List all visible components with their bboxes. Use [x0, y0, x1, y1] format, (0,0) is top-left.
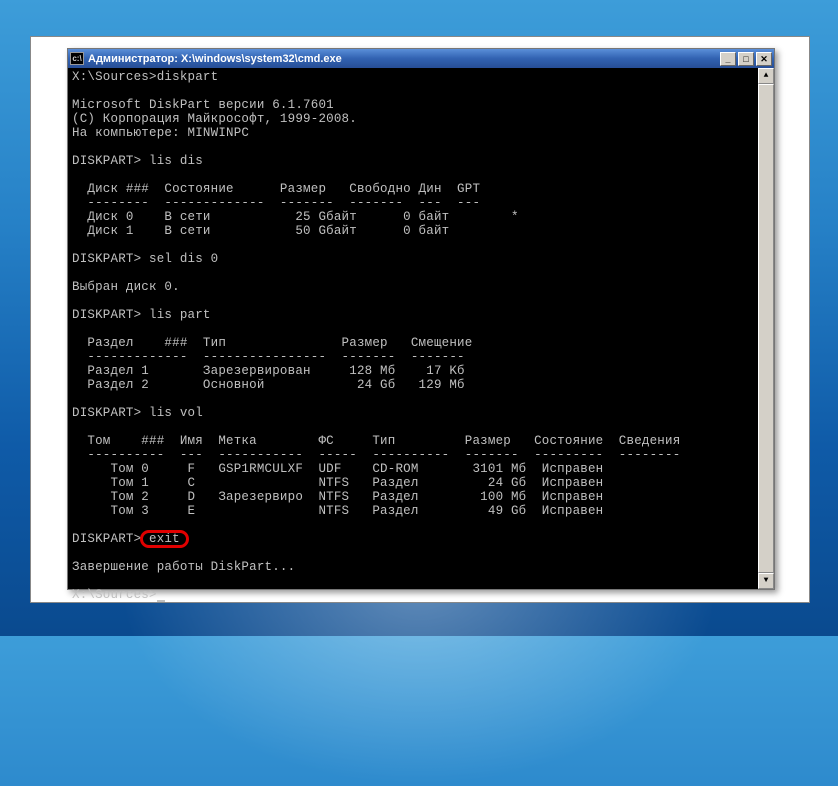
- console-line: Том 3 E NTFS Раздел 49 Gб Исправен: [72, 504, 603, 518]
- console-line: Раздел 1 Зарезервирован 128 Mб 17 Kб: [72, 364, 465, 378]
- console-line: DISKPART> sel dis 0: [72, 252, 218, 266]
- console-line: DISKPART> lis part: [72, 308, 211, 322]
- console-line: Том ### Имя Метка ФС Тип Размер Состояни…: [72, 434, 680, 448]
- cmd-window: c:\ Администратор: X:\windows\system32\c…: [67, 48, 775, 590]
- console-line: Том 2 D Зарезервиро NTFS Раздел 100 Mб И…: [72, 490, 603, 504]
- console-line: (C) Корпорация Майкрософт, 1999-2008.: [72, 112, 357, 126]
- window-controls: _ □ ✕: [720, 52, 772, 66]
- console-line: Раздел 2 Основной 24 Gб 129 Mб: [72, 378, 465, 392]
- scroll-up-button[interactable]: ▲: [758, 68, 774, 84]
- console-line: -------- ------------- ------- ------- -…: [72, 196, 480, 210]
- titlebar[interactable]: c:\ Администратор: X:\windows\system32\c…: [68, 49, 774, 68]
- console-line: Том 0 F GSP1RMCULXF UDF CD-ROM 3101 Mб И…: [72, 462, 603, 476]
- close-button[interactable]: ✕: [756, 52, 772, 66]
- cmd-icon: c:\: [70, 52, 84, 65]
- console-line: На компьютере: MINWINPC: [72, 126, 249, 140]
- console-line: ---------- --- ----------- ----- -------…: [72, 448, 680, 462]
- console-line: Диск ### Состояние Размер Свободно Дин G…: [72, 182, 480, 196]
- console-line: Раздел ### Тип Размер Смещение: [72, 336, 472, 350]
- window-title: Администратор: X:\windows\system32\cmd.e…: [88, 53, 720, 65]
- scroll-down-button[interactable]: ▼: [758, 573, 774, 589]
- maximize-button[interactable]: □: [738, 52, 754, 66]
- console-line: DISKPART> lis dis: [72, 154, 203, 168]
- console-line: Том 1 C NTFS Раздел 24 Gб Исправен: [72, 476, 603, 490]
- console-line: DISKPART> exit: [72, 532, 180, 546]
- console-line: ------------- ---------------- ------- -…: [72, 350, 465, 364]
- console-line: Диск 0 В сети 25 Gбайт 0 байт *: [72, 210, 519, 224]
- console-line: Выбран диск 0.: [72, 280, 180, 294]
- console-line: Завершение работы DiskPart...: [72, 560, 295, 574]
- cursor: [157, 600, 165, 602]
- console-line: Microsoft DiskPart версии 6.1.7601: [72, 98, 334, 112]
- console-line: X:\Sources>: [72, 588, 157, 602]
- scroll-thumb[interactable]: [758, 84, 774, 573]
- console-line: X:\Sources>diskpart: [72, 70, 218, 84]
- minimize-button[interactable]: _: [720, 52, 736, 66]
- scrollbar[interactable]: ▲ ▼: [758, 68, 774, 589]
- console-line: Диск 1 В сети 50 Gбайт 0 байт: [72, 224, 449, 238]
- console-output[interactable]: X:\Sources>diskpart Microsoft DiskPart в…: [68, 68, 774, 604]
- console-line: DISKPART> lis vol: [72, 406, 203, 420]
